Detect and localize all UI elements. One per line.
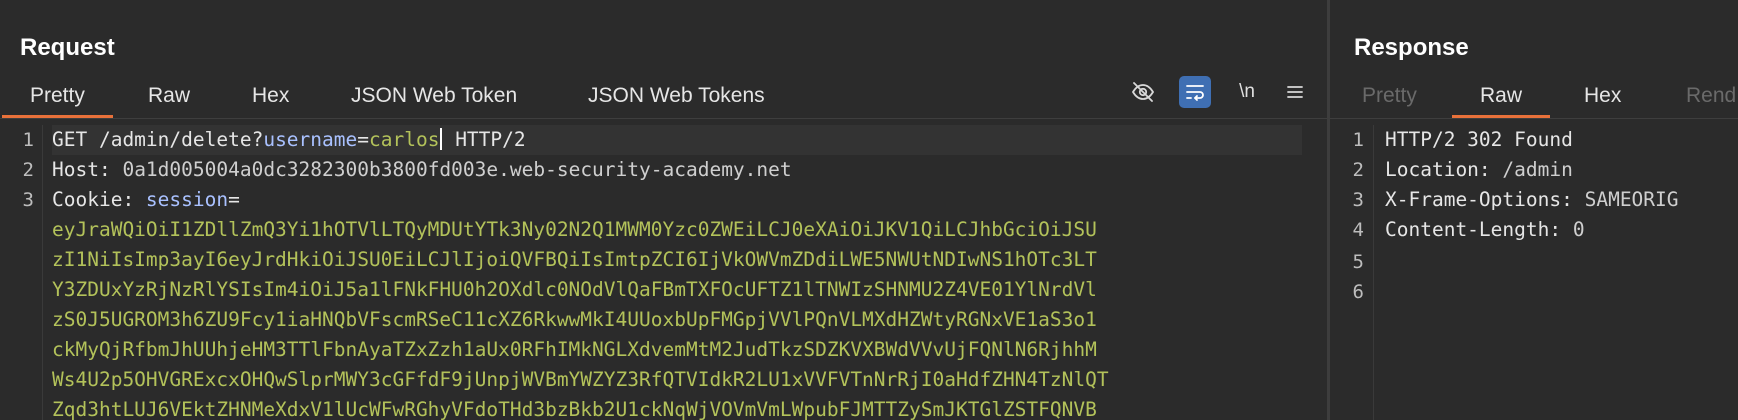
- line-number: 6: [1352, 281, 1364, 303]
- request-line-3: Cookie: session=: [52, 185, 240, 215]
- query-param-value: carlos: [369, 128, 440, 151]
- line-number: 2: [1352, 159, 1364, 181]
- cookie-value-line: Zqd3htLUJ6VEktZHNMeXdxV1lUcWFwRGhyVFdoTH…: [52, 398, 1097, 420]
- line-number: 4: [1352, 219, 1364, 241]
- response-editor[interactable]: 1 2 3 4 5 6 HTTP/2 302 Found Location: /…: [1330, 125, 1738, 420]
- hamburger-menu-icon[interactable]: [1279, 76, 1311, 108]
- cookie-value-line: Y3ZDUxYzRjNzRlYSIsIm4iOiJ5a1lFNkFHU0h2OX…: [52, 278, 1097, 301]
- header-name: X-Frame-Options:: [1385, 188, 1585, 211]
- equals-sign: =: [228, 188, 240, 211]
- cookie-value-line: zI1NiIsImp3ayI6eyJrdHkiOiJSU0EiLCJlIjoiQ…: [52, 248, 1097, 271]
- request-line-1: GET /admin/delete?username=carlos HTTP/2: [52, 125, 1302, 155]
- request-line-2: Host: 0a1d005004a0dc3282300b3800fd003e.w…: [52, 155, 792, 185]
- header-value: SAMEORIG: [1584, 188, 1679, 211]
- newline-toggle[interactable]: \n: [1231, 76, 1263, 108]
- header-value: /admin: [1502, 158, 1573, 181]
- http-version: HTTP/2: [443, 128, 526, 151]
- cookie-value-line: eyJraWQiOiI1ZDllZmQ3Yi1hOTVlLTQyMDUtYTk3…: [52, 218, 1097, 241]
- header-name: Host:: [52, 158, 123, 181]
- tab-raw[interactable]: Raw: [148, 76, 190, 116]
- tab-json-web-tokens[interactable]: JSON Web Tokens: [588, 76, 765, 116]
- tab-raw[interactable]: Raw: [1451, 76, 1551, 118]
- tab-render[interactable]: Rend: [1686, 76, 1736, 116]
- header-name: Content-Length:: [1385, 218, 1573, 241]
- response-line-4: Content-Length: 0: [1385, 215, 1585, 245]
- response-pane: Response Pretty Raw Hex Rend 1 2 3 4 5 6…: [1330, 0, 1738, 420]
- line-number: 3: [1352, 189, 1364, 211]
- equals-sign: =: [357, 128, 369, 151]
- request-line-gutter: 1 2 3: [0, 125, 43, 420]
- request-title: Request: [20, 34, 115, 61]
- header-name: Cookie:: [52, 188, 146, 211]
- cookie-name: session: [145, 188, 229, 211]
- text-wrap-icon[interactable]: [1179, 76, 1211, 108]
- tab-hex[interactable]: Hex: [1584, 76, 1621, 116]
- cookie-value-line: Ws4U2p5OHVGRExcxOHQwSlprMWY3cGFfdF9jUnpj…: [52, 368, 1109, 391]
- line-number: 1: [1352, 129, 1364, 151]
- tab-pretty[interactable]: Pretty: [2, 76, 113, 118]
- query-param-name: username: [263, 128, 358, 151]
- tab-json-web-token[interactable]: JSON Web Token: [351, 76, 517, 116]
- response-line-3: X-Frame-Options: SAMEORIG: [1385, 185, 1679, 215]
- request-editor[interactable]: 1 2 3 GET /admin/delete?username=carlos …: [0, 125, 1327, 420]
- line-number: 2: [22, 159, 34, 181]
- tab-pretty[interactable]: Pretty: [1362, 76, 1417, 116]
- line-number: 1: [22, 129, 34, 151]
- response-title: Response: [1354, 34, 1469, 61]
- cookie-value-line: ckMyQjRfbmJhUUhjeHM3TTlFbnAyaTZxZzh1aUx0…: [52, 338, 1097, 361]
- line-number: 5: [1352, 251, 1364, 273]
- newline-label: \n: [1239, 81, 1255, 102]
- request-toolbar: \n: [1127, 76, 1327, 116]
- cookie-value-line: zS0J5UGROM3h6ZU9Fcy1iaHNQbVFscmRSeC11cXZ…: [52, 308, 1097, 331]
- line-number: 3: [22, 189, 34, 211]
- response-line-1: HTTP/2 302 Found: [1385, 125, 1573, 155]
- header-value: 0: [1572, 218, 1585, 241]
- status-line: HTTP/2 302 Found: [1385, 128, 1573, 151]
- response-line-2: Location: /admin: [1385, 155, 1573, 185]
- response-line-gutter: 1 2 3 4 5 6: [1330, 125, 1374, 420]
- request-line-start: GET /admin/delete?: [52, 128, 264, 151]
- request-pane: Request Pretty Raw Hex JSON Web Token JS…: [0, 0, 1327, 420]
- response-tabbar: Pretty Raw Hex Rend: [1330, 76, 1738, 119]
- header-name: Location:: [1385, 158, 1503, 181]
- header-value: 0a1d005004a0dc3282300b3800fd003e.web-sec…: [122, 158, 792, 181]
- tab-hex[interactable]: Hex: [252, 76, 289, 116]
- eye-slash-icon[interactable]: [1127, 76, 1159, 108]
